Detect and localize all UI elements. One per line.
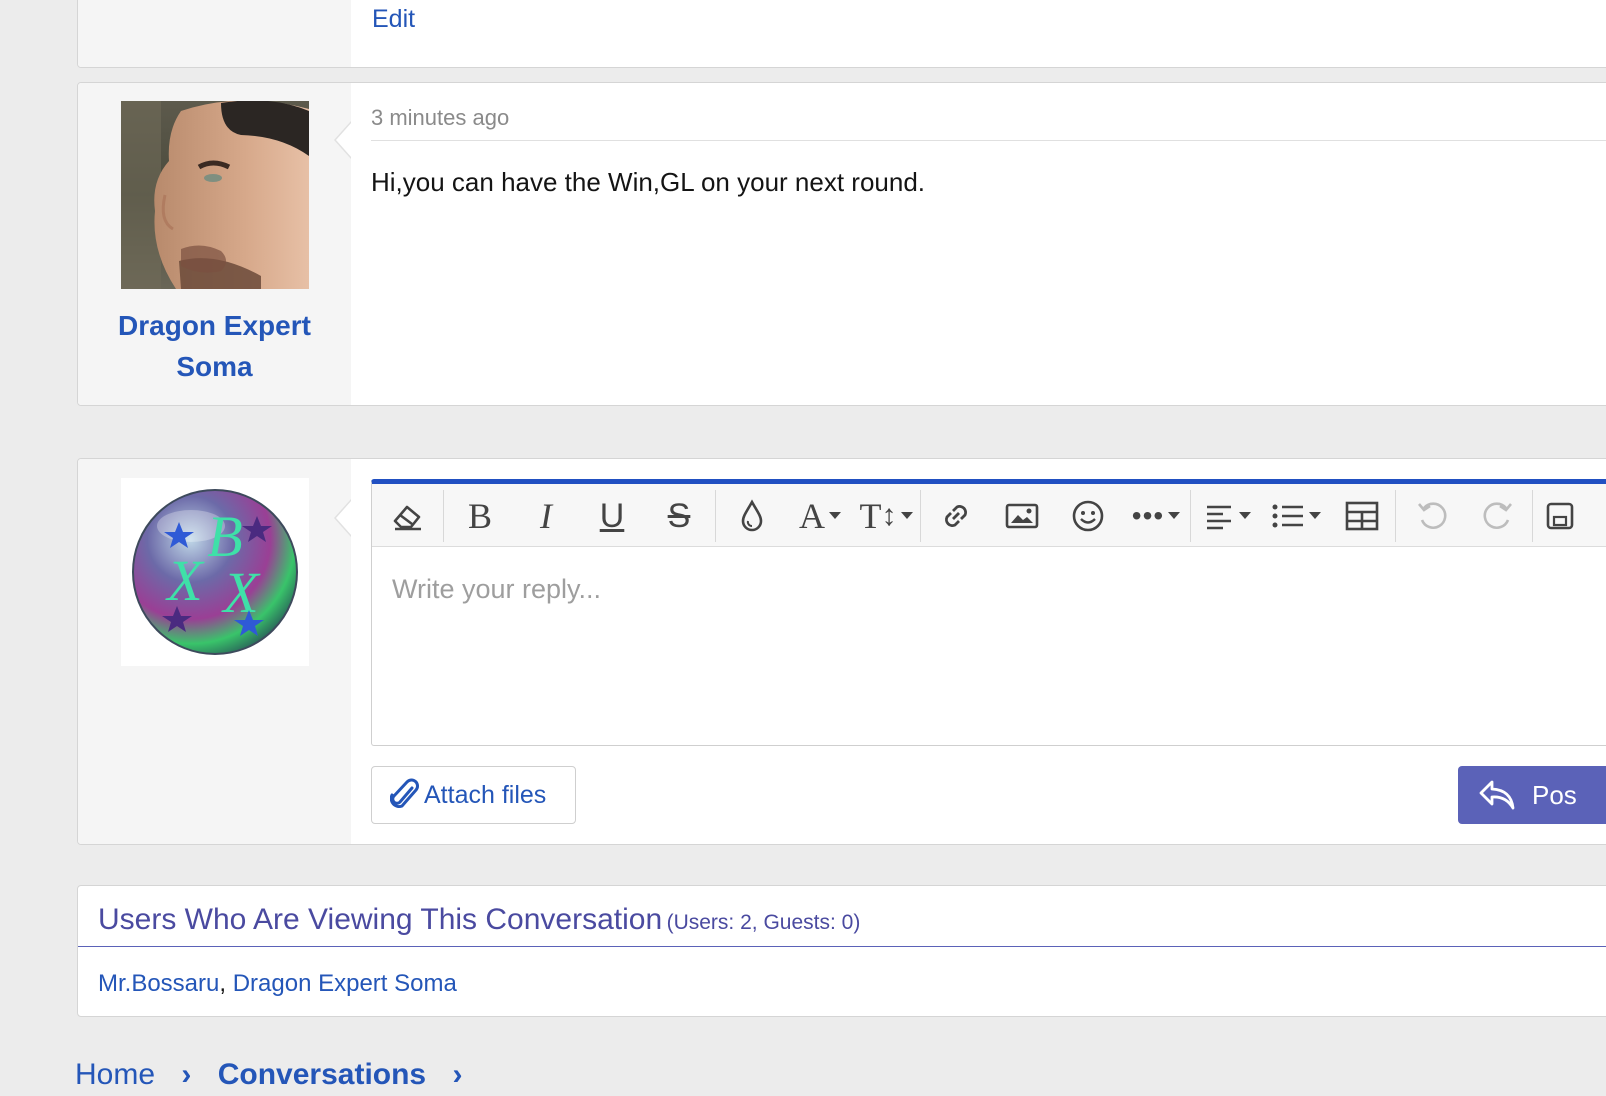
- font-size-icon[interactable]: T ↕: [856, 484, 916, 547]
- editor-toolbar: B I U S A T ↕ •••: [372, 484, 1606, 547]
- table-icon[interactable]: [1334, 484, 1390, 547]
- author-name[interactable]: Dragon Expert Soma: [78, 305, 351, 387]
- more-icon[interactable]: •••: [1124, 484, 1188, 547]
- italic-icon[interactable]: I: [520, 484, 572, 547]
- breadcrumb-home[interactable]: Home: [75, 1058, 155, 1091]
- viewers-counts: (Users: 2, Guests: 0): [666, 911, 861, 934]
- viewers-list: Mr.Bossaru, Dragon Expert Soma: [98, 970, 457, 998]
- avatar-letter-x2: X: [221, 560, 261, 625]
- post-reply-label: Pos: [1532, 779, 1577, 810]
- previous-message-user-column: [78, 0, 351, 67]
- eraser-icon[interactable]: [380, 484, 436, 547]
- author-name-line1[interactable]: Dragon Expert: [78, 305, 351, 346]
- message-divider: [371, 140, 1606, 141]
- toolbar-separator: [443, 490, 444, 542]
- message-body: Hi,you can have the Win,GL on your next …: [371, 167, 926, 197]
- avatar-letter-x1: X: [165, 548, 205, 613]
- list-icon[interactable]: [1264, 484, 1328, 547]
- attach-files-button[interactable]: Attach files: [371, 766, 576, 824]
- author-avatar[interactable]: [121, 101, 309, 289]
- current-user-avatar[interactable]: B X X: [121, 478, 309, 666]
- viewer-link[interactable]: Mr.Bossaru: [98, 970, 219, 997]
- viewers-title: Users Who Are Viewing This Conversation: [98, 903, 663, 936]
- toolbar-separator: [715, 490, 716, 542]
- underline-icon[interactable]: U: [586, 484, 638, 547]
- reply-editor[interactable]: B I U S A T ↕ ••• Write your reply...: [371, 479, 1606, 746]
- conversation-viewers: Users Who Are Viewing This Conversation …: [77, 885, 1606, 1017]
- paperclip-icon: [390, 778, 419, 808]
- previous-message: Edit: [77, 0, 1606, 68]
- font-family-icon[interactable]: A: [790, 484, 850, 547]
- image-icon[interactable]: [994, 484, 1050, 547]
- align-icon[interactable]: [1198, 484, 1258, 547]
- breadcrumb-separator: ›: [452, 1058, 463, 1091]
- link-icon[interactable]: [928, 484, 984, 547]
- color-icon[interactable]: [726, 484, 778, 547]
- reply-user-column: B X X: [78, 459, 351, 844]
- viewer-link[interactable]: Dragon Expert Soma: [233, 970, 457, 997]
- message-user-column: Dragon Expert Soma: [78, 83, 351, 405]
- author-name-line2[interactable]: Soma: [78, 346, 351, 387]
- reply-input[interactable]: Write your reply...: [392, 574, 601, 605]
- strikethrough-icon[interactable]: S: [653, 484, 705, 547]
- viewer-separator: ,: [219, 970, 233, 997]
- quick-reply: B X X B I U S A T ↕ ••• Write your reply…: [77, 458, 1606, 845]
- edit-link[interactable]: Edit: [372, 5, 415, 34]
- message: Dragon Expert Soma 3 minutes ago Hi,you …: [77, 82, 1606, 406]
- smilie-icon[interactable]: [1060, 484, 1116, 547]
- post-reply-button[interactable]: Pos: [1458, 766, 1606, 824]
- redo-icon[interactable]: [1470, 484, 1526, 547]
- viewers-header: Users Who Are Viewing This Conversation …: [78, 886, 1606, 947]
- message-content: 3 minutes ago Hi,you can have the Win,GL…: [334, 83, 1606, 405]
- toolbar-separator: [1395, 490, 1396, 542]
- undo-icon[interactable]: [1404, 484, 1460, 547]
- reply-pointer: [334, 499, 352, 537]
- bold-icon[interactable]: B: [454, 484, 506, 547]
- previous-message-content: Edit: [351, 0, 1606, 67]
- breadcrumb-conversations[interactable]: Conversations: [218, 1058, 426, 1091]
- toolbar-separator: [1532, 490, 1533, 542]
- breadcrumb: Home › Conversations ›: [75, 1058, 480, 1092]
- toolbar-separator: [1190, 490, 1191, 542]
- drafts-icon[interactable]: [1540, 484, 1580, 547]
- toolbar-separator: [920, 490, 921, 542]
- reply-icon: [1479, 780, 1515, 810]
- breadcrumb-separator: ›: [181, 1058, 192, 1091]
- message-pointer: [334, 121, 352, 159]
- message-date[interactable]: 3 minutes ago: [371, 105, 509, 131]
- attach-files-label: Attach files: [424, 780, 547, 809]
- reply-content: B I U S A T ↕ ••• Write your reply... At…: [334, 459, 1606, 844]
